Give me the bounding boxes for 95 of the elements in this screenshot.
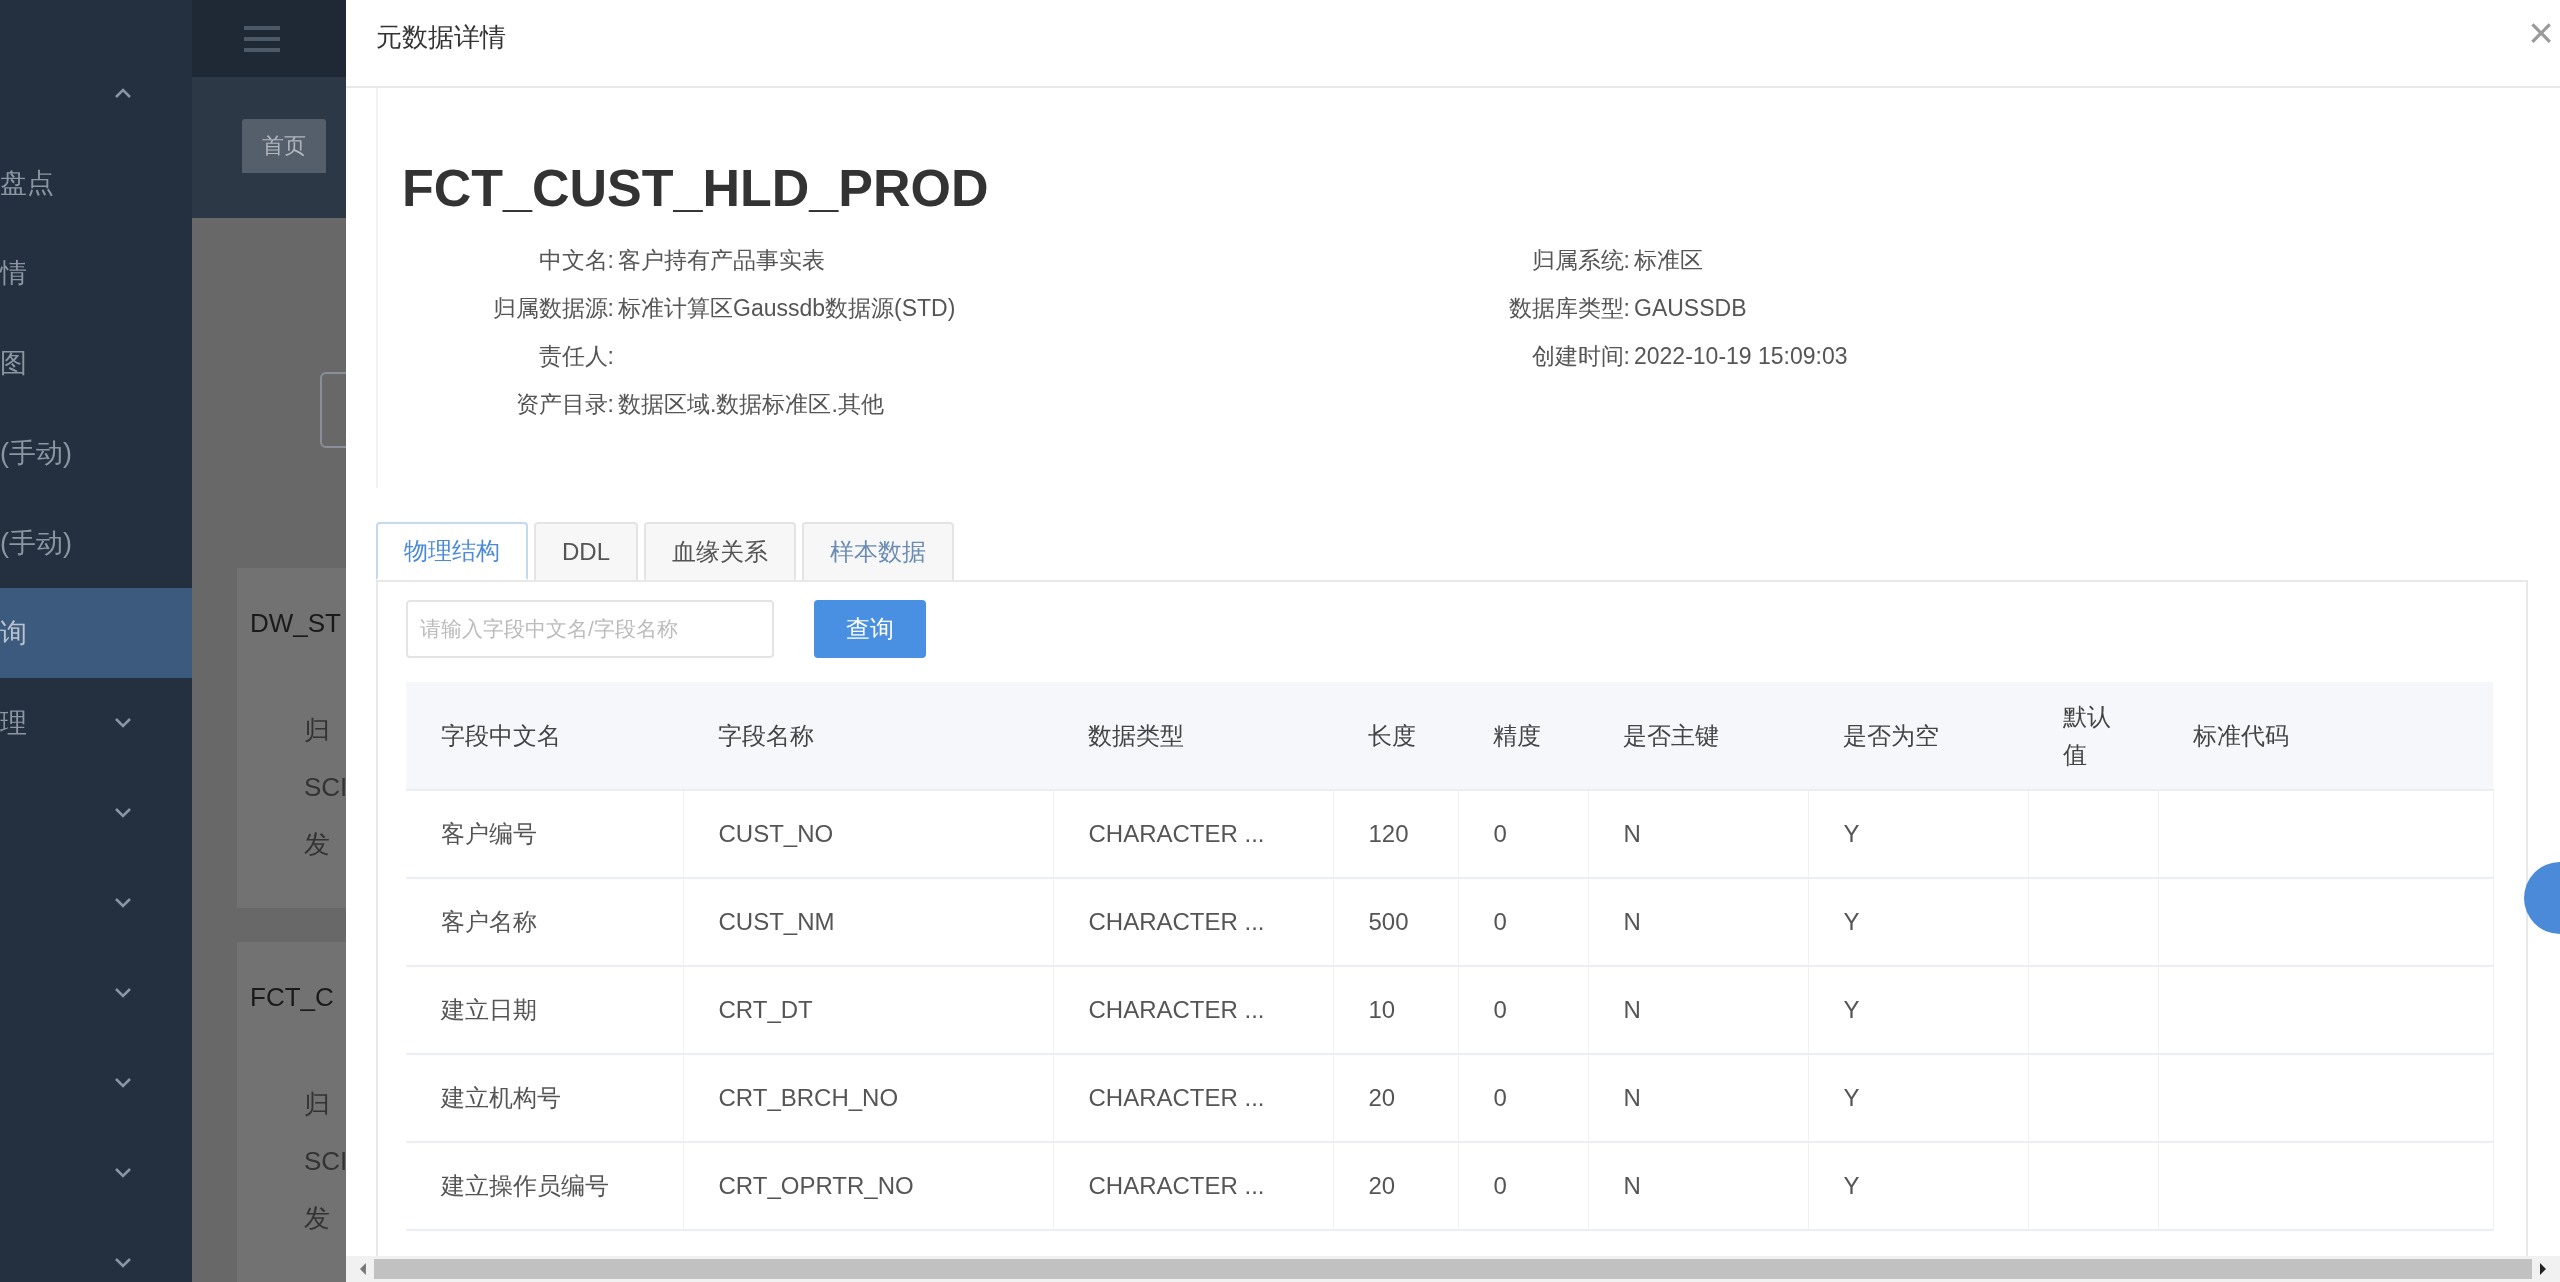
card-title: DW_ST [250, 608, 341, 639]
table-cell: 20 [1333, 1142, 1458, 1230]
close-button[interactable]: × [2522, 8, 2560, 58]
field-label: 归属数据源: [491, 293, 614, 323]
table-cell: 0 [1458, 790, 1588, 878]
field-label: 资产目录: [514, 389, 614, 419]
table-cell: Y [1808, 790, 2028, 878]
column-header: 数据类型 [1053, 682, 1333, 790]
field-value: 数据区域.数据标准区.其他 [618, 389, 884, 419]
tab[interactable]: DDL [534, 522, 638, 580]
table-cell: Y [1808, 1142, 2028, 1230]
table-name-heading: FCT_CUST_HLD_PROD [402, 158, 989, 218]
table-cell: 500 [1333, 878, 1458, 966]
table-cell: N [1588, 1054, 1808, 1142]
table-cell: Y [1808, 1054, 2028, 1142]
table-cell: Y [1808, 878, 2028, 966]
table-cell: N [1588, 966, 1808, 1054]
field-value: 2022-10-19 15:09:03 [1634, 342, 1848, 370]
table-cell: 建立机构号 [406, 1054, 683, 1142]
table-cell: N [1588, 790, 1808, 878]
sidebar-item[interactable]: 询 [0, 588, 192, 678]
field-label: 中文名: [537, 245, 614, 275]
column-header: 长度 [1333, 682, 1458, 790]
table-cell: 0 [1458, 1142, 1588, 1230]
table-cell: N [1588, 1142, 1808, 1230]
table-cell: CHARACTER ... [1053, 790, 1333, 878]
menu-icon[interactable] [242, 23, 282, 54]
scrollbar-thumb[interactable] [373, 1259, 2533, 1279]
card-text: 发 [304, 828, 330, 861]
tab[interactable]: 样本数据 [802, 522, 954, 580]
column-header: 是否为空 [1808, 682, 2028, 790]
sidebar-item[interactable]: 理 [0, 678, 192, 768]
table-cell: 客户名称 [406, 878, 683, 966]
chevron-down-icon [114, 1167, 132, 1179]
table-cell: 0 [1458, 878, 1588, 966]
sidebar-item[interactable]: 情 [0, 228, 192, 318]
card-text: 归 [304, 714, 330, 747]
field-label: 数据库类型: [1507, 293, 1630, 323]
chevron-up-icon [114, 87, 132, 99]
table-cell: 0 [1458, 1054, 1588, 1142]
table-cell: 0 [1458, 966, 1588, 1054]
table-cell: CHARACTER ... [1053, 1142, 1333, 1230]
sidebar-item[interactable]: 图 [0, 318, 192, 408]
table-cell: CRT_BRCH_NO [683, 1054, 1053, 1142]
chevron-down-icon [114, 897, 132, 909]
table-cell: CRT_OPRTR_NO [683, 1142, 1053, 1230]
chevron-down-icon [114, 807, 132, 819]
table-cell: CHARACTER ... [1053, 966, 1333, 1054]
scroll-right-icon[interactable] [2538, 1262, 2548, 1276]
field-value: 客户持有产品事实表 [618, 245, 825, 275]
card-text: 发 [304, 1202, 330, 1235]
table-cell: Y [1808, 966, 2028, 1054]
tab[interactable]: 血缘关系 [644, 522, 796, 580]
chevron-down-icon [114, 717, 132, 729]
table-cell: 建立操作员编号 [406, 1142, 683, 1230]
table-cell: 建立日期 [406, 966, 683, 1054]
field-label: 创建时间: [1530, 341, 1630, 371]
table-cell: CHARACTER ... [1053, 1054, 1333, 1142]
table-cell: CUST_NO [683, 790, 1053, 878]
column-header: 标准代码 [2158, 682, 2493, 790]
table-cell: 120 [1333, 790, 1458, 878]
chevron-down-icon [114, 1077, 132, 1089]
table-cell: CUST_NM [683, 878, 1053, 966]
table-cell: 20 [1333, 1054, 1458, 1142]
column-header: 是否主键 [1588, 682, 1808, 790]
table-cell: 10 [1333, 966, 1458, 1054]
drawer-title: 元数据详情 [376, 20, 506, 54]
column-header: 字段中文名 [406, 682, 683, 790]
sidebar-item[interactable]: 盘点 [0, 138, 192, 228]
field-value: 标准计算区Gaussdb数据源(STD) [618, 293, 956, 323]
search-field[interactable]: 请输入字段中文名/字段名称 [406, 600, 774, 658]
chevron-down-icon [114, 1257, 132, 1269]
page-tab[interactable]: 首页 [242, 119, 326, 174]
query-button[interactable]: 查询 [814, 600, 926, 658]
card-title: FCT_C [250, 982, 334, 1013]
card-text: SCI [304, 1146, 348, 1177]
chevron-down-icon [114, 987, 132, 999]
table-cell: N [1588, 878, 1808, 966]
column-header: 字段名称 [683, 682, 1053, 790]
tab[interactable]: 物理结构 [376, 522, 528, 580]
column-header: 默认值 [2028, 682, 2158, 790]
table-cell: CHARACTER ... [1053, 878, 1333, 966]
table-cell: 客户编号 [406, 790, 683, 878]
table-cell: CRT_DT [683, 966, 1053, 1054]
field-value: GAUSSDB [1634, 294, 1747, 322]
field-label: 责任人: [537, 341, 614, 371]
field-value: 标准区 [1634, 245, 1703, 275]
sidebar-item[interactable]: (手动) [0, 498, 192, 588]
scroll-left-icon[interactable] [358, 1262, 368, 1276]
card-text: 归 [304, 1088, 330, 1121]
column-header: 精度 [1458, 682, 1588, 790]
field-label: 归属系统: [1530, 245, 1630, 275]
sidebar-item[interactable]: (手动) [0, 408, 192, 498]
horizontal-scrollbar[interactable] [346, 1256, 2560, 1282]
card-text: SCI [304, 772, 348, 803]
